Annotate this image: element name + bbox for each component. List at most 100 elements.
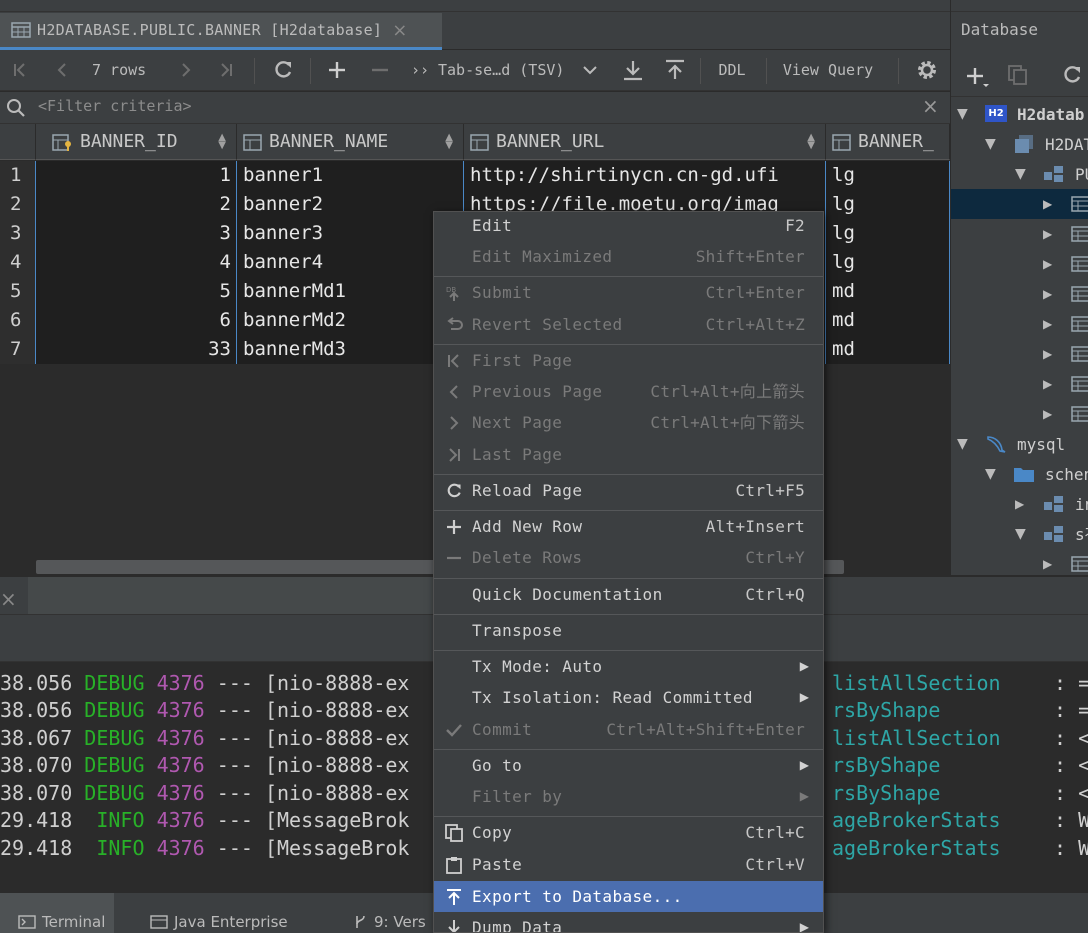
view-query-button[interactable]: View Query — [778, 58, 878, 82]
cell-banner-type[interactable]: lg — [826, 219, 950, 248]
tree-item-table-selected[interactable]: ▶ — [951, 189, 1088, 219]
menu-item-previous-page[interactable]: Previous Page Ctrl+Alt+向上箭头 — [434, 376, 823, 407]
expand-arrow-icon[interactable]: ▼ — [957, 106, 968, 122]
sort-icon[interactable]: ▲ ▼ — [218, 133, 226, 151]
table-row[interactable]: 1 1 banner1 http://shirtinycn.cn-gd.ufi … — [0, 161, 950, 190]
refresh-icon[interactable] — [1061, 64, 1083, 86]
cell-banner-name[interactable]: banner4 — [237, 248, 464, 277]
menu-item-edit[interactable]: Edit F2 — [434, 212, 823, 241]
chevron-down-icon[interactable] — [578, 58, 602, 82]
expand-arrow-icon[interactable]: ▼ — [985, 466, 996, 482]
cell-banner-name[interactable]: bannerMd1 — [237, 277, 464, 306]
menu-item-last-page[interactable]: Last Page — [434, 439, 823, 470]
add-datasource-icon[interactable] — [965, 64, 991, 88]
upload-icon[interactable] — [662, 58, 688, 82]
menu-item-paste[interactable]: Paste Ctrl+V — [434, 849, 823, 880]
export-format-select[interactable]: Tab-se…d (TSV) — [438, 58, 568, 82]
terminal-tab[interactable]: Terminal — [18, 913, 105, 931]
menu-item-export-to-database[interactable]: Export to Database... — [434, 881, 823, 912]
tree-item-h2database[interactable]: ▼ H2 H2datab — [951, 99, 1088, 129]
cell-banner-type[interactable]: md — [826, 277, 950, 306]
run-tab[interactable] — [28, 577, 448, 615]
expand-arrow-icon[interactable]: ▼ — [1015, 526, 1026, 542]
collapse-arrow-icon[interactable]: ▶ — [1043, 407, 1052, 421]
tree-item-public[interactable]: ▼ PU — [951, 159, 1088, 189]
sort-icon[interactable]: ▲ ▼ — [807, 133, 815, 151]
menu-item-commit[interactable]: Commit Ctrl+Alt+Shift+Enter — [434, 714, 823, 745]
menu-item-first-page[interactable]: First Page — [434, 345, 823, 376]
expand-arrow-icon[interactable]: ▼ — [1015, 166, 1026, 182]
menu-item-submit[interactable]: DB Submit Ctrl+Enter — [434, 277, 823, 308]
close-icon[interactable]: × — [0, 587, 17, 611]
cell-banner-name[interactable]: bannerMd2 — [237, 306, 464, 335]
menu-item-tx-isolation[interactable]: Tx Isolation: Read Committed ▶ — [434, 682, 823, 713]
menu-item-edit-maximized[interactable]: Edit Maximized Shift+Enter — [434, 241, 823, 272]
menu-item-copy[interactable]: Copy Ctrl+C — [434, 817, 823, 848]
column-header-banner-name[interactable]: BANNER_NAME ▲ ▼ — [237, 124, 464, 160]
rows-count[interactable]: 7 rows — [92, 58, 152, 82]
expand-arrow-icon[interactable]: ▼ — [957, 436, 968, 452]
more-icon[interactable]: ›› — [410, 58, 430, 82]
tree-item-table[interactable]: ▶ — [951, 399, 1088, 429]
cell-banner-type[interactable]: md — [826, 306, 950, 335]
sort-icon[interactable]: ▲ ▼ — [445, 133, 453, 151]
collapse-arrow-icon[interactable]: ▶ — [1043, 347, 1052, 361]
collapse-arrow-icon[interactable]: ▶ — [1043, 377, 1052, 391]
cell-banner-id[interactable]: 6 — [36, 306, 237, 335]
menu-item-dump-data[interactable]: Dump Data ▶ — [434, 912, 823, 932]
collapse-arrow-icon[interactable]: ▶ — [1043, 227, 1052, 241]
menu-item-delete-rows[interactable]: Delete Rows Ctrl+Y — [434, 542, 823, 573]
tree-item-schemas[interactable]: ▼ schen — [951, 459, 1088, 489]
tree-item-table[interactable]: ▶ — [951, 309, 1088, 339]
menu-item-tx-mode[interactable]: Tx Mode: Auto ▶ — [434, 651, 823, 682]
collapse-arrow-icon[interactable]: ▶ — [1043, 257, 1052, 271]
column-header-banner-type[interactable]: BANNER_ — [826, 124, 950, 160]
expand-arrow-icon[interactable]: ▼ — [985, 136, 996, 152]
column-header-banner-url[interactable]: BANNER_URL ▲ ▼ — [464, 124, 826, 160]
cell-banner-id[interactable]: 4 — [36, 248, 237, 277]
tree-item-mysql[interactable]: ▼ mysql — [951, 429, 1088, 459]
cell-banner-type[interactable]: md — [826, 335, 950, 364]
reload-icon[interactable] — [270, 58, 296, 82]
cell-banner-id[interactable]: 5 — [36, 277, 237, 306]
next-page-icon[interactable] — [174, 58, 198, 82]
tree-item-h2dat[interactable]: ▼ H2DAT — [951, 129, 1088, 159]
collapse-arrow-icon[interactable]: ▶ — [1043, 197, 1052, 211]
column-header-banner-id[interactable]: BANNER_ID ▲ ▼ — [36, 124, 237, 160]
tree-item-table[interactable]: ▶ — [951, 549, 1088, 575]
version-control-tab[interactable]: 9: Vers — [352, 913, 426, 931]
last-page-icon[interactable] — [214, 58, 238, 82]
tree-item-table[interactable]: ▶ — [951, 279, 1088, 309]
menu-item-add-new-row[interactable]: Add New Row Alt+Insert — [434, 511, 823, 542]
cell-banner-type[interactable]: lg — [826, 190, 950, 219]
editor-tab-banner[interactable]: H2DATABASE.PUBLIC.BANNER [H2database] × — [0, 13, 442, 50]
tree-item-table[interactable]: ▶ — [951, 339, 1088, 369]
menu-item-filter-by[interactable]: Filter by ▶ — [434, 781, 823, 812]
download-icon[interactable] — [620, 58, 646, 82]
cell-banner-name[interactable]: banner1 — [237, 161, 464, 190]
cell-banner-id[interactable]: 1 — [36, 161, 237, 190]
cell-banner-type[interactable]: lg — [826, 248, 950, 277]
gear-icon[interactable] — [912, 58, 942, 82]
tree-item-table[interactable]: ▶ — [951, 219, 1088, 249]
cell-banner-name[interactable]: banner2 — [237, 190, 464, 219]
menu-item-go-to[interactable]: Go to ▶ — [434, 750, 823, 781]
cell-banner-type[interactable]: lg — [826, 161, 950, 190]
previous-page-icon[interactable] — [50, 58, 74, 82]
menu-item-transpose[interactable]: Transpose — [434, 615, 823, 646]
tree-item-table[interactable]: ▶ — [951, 249, 1088, 279]
tree-item-table[interactable]: ▶ — [951, 369, 1088, 399]
collapse-arrow-icon[interactable]: ▶ — [1043, 557, 1052, 571]
first-page-icon[interactable] — [8, 58, 32, 82]
add-row-icon[interactable] — [324, 58, 350, 82]
filter-input[interactable]: <Filter criteria> — [38, 97, 192, 115]
java-enterprise-tab[interactable]: Java Enterprise — [150, 913, 288, 931]
cell-banner-url[interactable]: http://shirtinycn.cn-gd.ufi — [464, 161, 826, 190]
ddl-button[interactable]: DDL — [712, 58, 752, 82]
cell-banner-id[interactable]: 3 — [36, 219, 237, 248]
delete-row-icon[interactable] — [367, 58, 393, 82]
cell-banner-name[interactable]: bannerMd3 — [237, 335, 464, 364]
cell-banner-name[interactable]: banner3 — [237, 219, 464, 248]
menu-item-reload-page[interactable]: Reload Page Ctrl+F5 — [434, 475, 823, 506]
tree-item-schema[interactable]: ▶ in — [951, 489, 1088, 519]
